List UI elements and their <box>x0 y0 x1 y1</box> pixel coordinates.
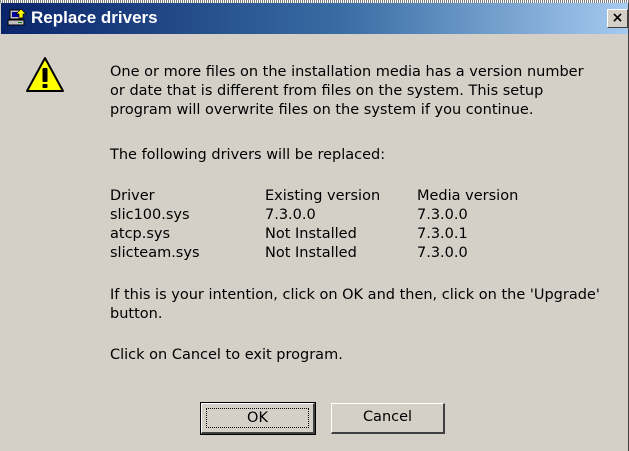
drivers-intro: The following drivers will be replaced: <box>110 147 386 163</box>
close-icon: × <box>611 10 624 26</box>
ok-button-label: OK <box>206 408 309 428</box>
cell-media-version: 7.3.0.0 <box>417 245 468 261</box>
setup-computer-icon <box>7 8 27 28</box>
cancel-hint: Click on Cancel to exit program. <box>110 347 343 363</box>
cell-driver: slic100.sys <box>110 207 190 223</box>
cell-media-version: 7.3.0.1 <box>417 226 468 242</box>
cell-media-version: 7.3.0.0 <box>417 207 468 223</box>
message-line-2: or date that is different from files on … <box>110 83 544 99</box>
ok-button[interactable]: OK <box>200 402 316 435</box>
message-line-1: One or more files on the installation me… <box>110 64 584 80</box>
cell-driver: atcp.sys <box>110 226 171 242</box>
close-button[interactable]: × <box>607 9 628 28</box>
message-line-3: program will overwrite files on the syst… <box>110 102 534 118</box>
cell-existing-version: Not Installed <box>265 226 357 242</box>
warning-icon <box>25 55 65 95</box>
cell-existing-version: Not Installed <box>265 245 357 261</box>
header-media-version: Media version <box>417 188 519 204</box>
replace-drivers-dialog: Replace drivers × One or more files on t… <box>0 3 629 451</box>
instruction-line-1: If this is your intention, click on OK a… <box>110 287 600 303</box>
cell-driver: slicteam.sys <box>110 245 200 261</box>
title-bar[interactable]: Replace drivers × <box>1 3 628 34</box>
header-existing-version: Existing version <box>265 188 381 204</box>
instruction-line-2: button. <box>110 306 163 322</box>
window-title: Replace drivers <box>31 8 158 27</box>
cancel-button[interactable]: Cancel <box>331 403 445 434</box>
cell-existing-version: 7.3.0.0 <box>265 207 316 223</box>
header-driver: Driver <box>110 188 155 204</box>
